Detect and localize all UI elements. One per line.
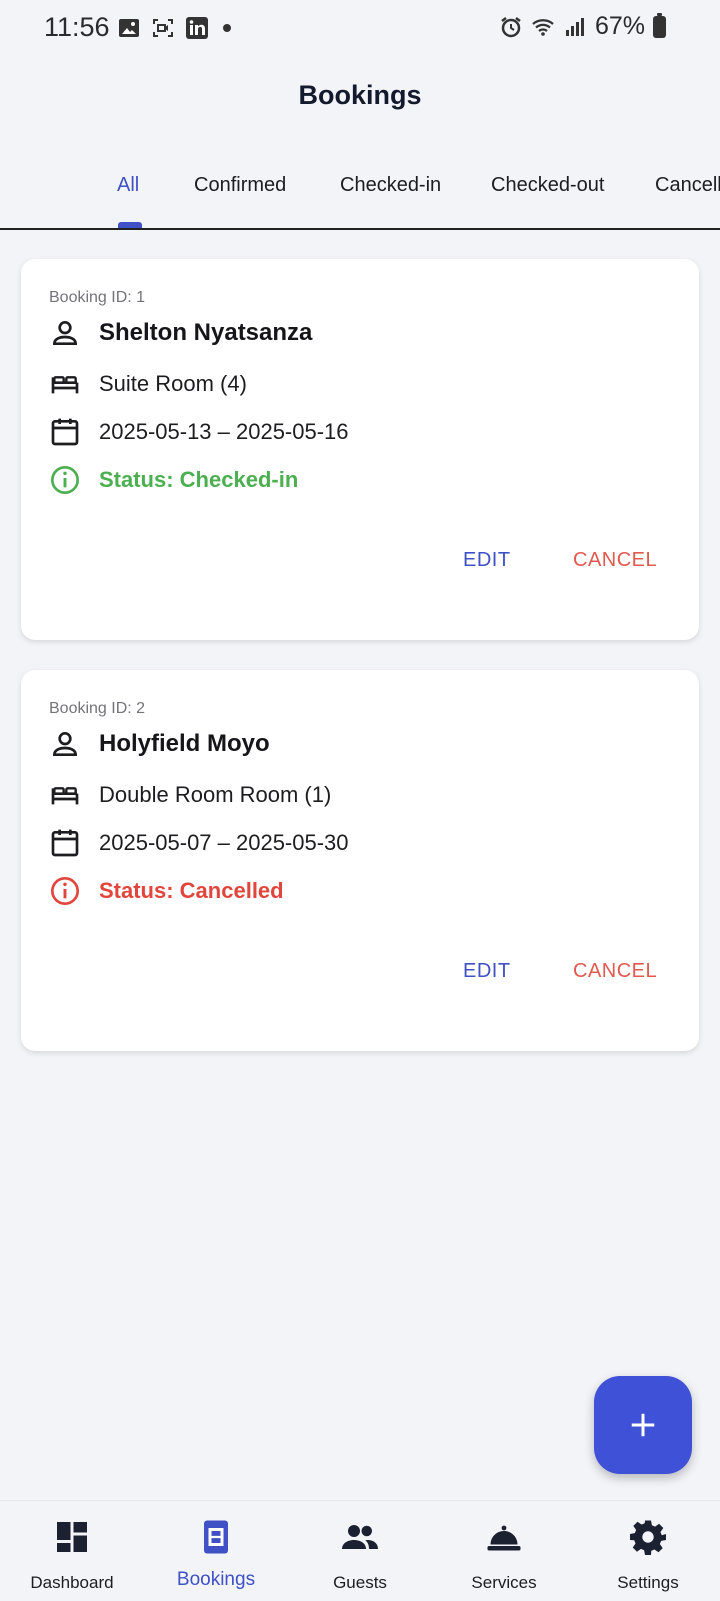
nav-label: Guests xyxy=(333,1573,387,1592)
bed-icon xyxy=(51,376,79,394)
battery-icon xyxy=(653,12,666,38)
date-range: 2025-05-07 – 2025-05-30 xyxy=(99,830,349,855)
nav-label: Bookings xyxy=(176,1569,256,1590)
nav-label: Dashboard xyxy=(30,1573,114,1592)
tab-checked-out[interactable]: Checked-out xyxy=(491,174,604,197)
guest-row: Holyfield Moyo xyxy=(49,728,270,760)
cancel-button[interactable]: CANCEL xyxy=(573,960,657,983)
room-row: Suite Room (4) xyxy=(49,368,247,400)
edit-button[interactable]: EDIT xyxy=(463,960,511,983)
calendar-icon xyxy=(51,829,79,857)
dates-row: 2025-05-13 – 2025-05-16 xyxy=(49,416,349,448)
dates-row: 2025-05-07 – 2025-05-30 xyxy=(49,827,349,859)
nav-bookings[interactable]: Bookings xyxy=(144,1501,288,1601)
booking-id: Booking ID: 2 xyxy=(49,700,146,717)
screen-record-icon xyxy=(153,19,173,37)
alarm-icon xyxy=(501,16,521,37)
tab-all[interactable]: All xyxy=(117,174,139,197)
room-label: Double Room Room (1) xyxy=(99,782,332,807)
guest-name: Shelton Nyatsanza xyxy=(99,319,313,346)
plus-icon xyxy=(631,1413,655,1437)
status-time: 11:56 xyxy=(44,12,110,42)
info-icon xyxy=(51,466,79,494)
status-text: Status: Cancelled xyxy=(99,878,284,903)
bed-icon xyxy=(51,787,79,805)
person-icon xyxy=(52,321,78,345)
add-booking-button[interactable] xyxy=(594,1376,692,1474)
settings-icon xyxy=(630,1520,666,1555)
booking-id: Booking ID: 1 xyxy=(49,289,146,306)
guests-icon xyxy=(342,1525,378,1549)
wifi-icon xyxy=(532,18,554,36)
status-bar: 11:56 67% xyxy=(0,0,720,58)
nav-guests[interactable]: Guests xyxy=(288,1501,432,1601)
system-icons: 67% xyxy=(499,12,666,41)
room-row: Double Room Room (1) xyxy=(49,779,331,811)
signal-icon xyxy=(565,17,584,36)
room-label: Suite Room (4) xyxy=(99,371,247,396)
nav-label: Services xyxy=(471,1573,537,1592)
edit-button[interactable]: EDIT xyxy=(463,549,511,572)
nav-label: Settings xyxy=(617,1573,679,1592)
bottom-navigation: Dashboard Bookings Guests Services Setti… xyxy=(0,1500,720,1601)
dot-icon xyxy=(223,24,231,32)
status-row: Status: Cancelled xyxy=(49,875,284,907)
tabs-divider xyxy=(0,228,720,230)
notification-icons xyxy=(117,16,231,40)
status-tabs: All Confirmed Checked-in Checked-out Can… xyxy=(0,150,720,230)
page-title: Bookings xyxy=(298,80,422,110)
dashboard-icon xyxy=(57,1522,87,1552)
info-icon xyxy=(51,877,79,905)
tab-cancelled[interactable]: Cancelled xyxy=(655,174,720,197)
bookings-icon xyxy=(204,1520,228,1554)
services-icon xyxy=(487,1525,521,1551)
image-icon xyxy=(119,19,139,37)
booking-card[interactable]: Booking ID: 2 Holyfield Moyo Double Room… xyxy=(21,670,699,1051)
booking-card[interactable]: Booking ID: 1 Shelton Nyatsanza Suite Ro… xyxy=(21,259,699,640)
person-icon xyxy=(52,732,78,756)
date-range: 2025-05-13 – 2025-05-16 xyxy=(99,419,349,444)
tab-checked-in[interactable]: Checked-in xyxy=(340,174,441,197)
nav-dashboard[interactable]: Dashboard xyxy=(0,1501,144,1601)
guest-name: Holyfield Moyo xyxy=(99,730,270,757)
status-row: Status: Checked-in xyxy=(49,464,298,496)
cancel-button[interactable]: CANCEL xyxy=(573,549,657,572)
status-text: Status: Checked-in xyxy=(99,467,299,492)
nav-services[interactable]: Services xyxy=(432,1501,576,1601)
battery-percent: 67% xyxy=(594,12,645,40)
guest-row: Shelton Nyatsanza xyxy=(49,317,312,349)
tab-confirmed[interactable]: Confirmed xyxy=(194,174,286,197)
linkedin-icon xyxy=(186,17,208,39)
calendar-icon xyxy=(51,418,79,446)
nav-settings[interactable]: Settings xyxy=(576,1501,720,1601)
